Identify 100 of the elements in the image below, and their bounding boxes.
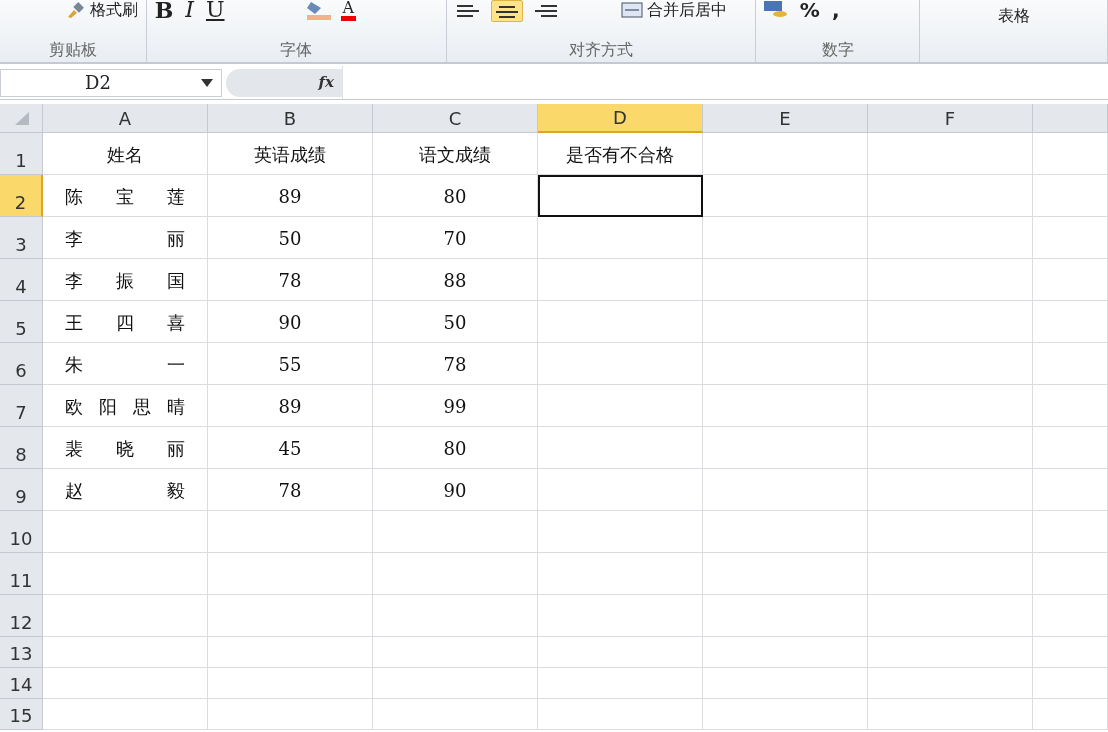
row-header[interactable]: 1 [0, 133, 43, 175]
fill-color-icon[interactable] [304, 0, 333, 20]
row-header[interactable]: 7 [0, 385, 43, 427]
empty-cell[interactable] [1033, 301, 1108, 343]
empty-cell[interactable] [538, 511, 703, 553]
font-style-button[interactable]: B [152, 0, 176, 20]
insert-function-button[interactable]: fx [226, 68, 342, 97]
empty-cell[interactable] [538, 553, 703, 595]
empty-cell[interactable] [868, 699, 1033, 730]
column-header[interactable]: E [703, 104, 868, 133]
empty-cell[interactable] [1033, 259, 1108, 301]
empty-cell[interactable] [1033, 133, 1108, 175]
empty-cell[interactable] [1033, 385, 1108, 427]
empty-cell[interactable] [868, 175, 1033, 217]
empty-cell[interactable] [703, 259, 868, 301]
row-header[interactable]: 14 [0, 668, 43, 699]
number-format-button[interactable]: , [829, 0, 842, 20]
empty-cell[interactable] [868, 469, 1033, 511]
empty-cell[interactable] [538, 385, 703, 427]
empty-cell[interactable] [703, 343, 868, 385]
empty-cell[interactable] [538, 259, 703, 301]
empty-cell[interactable] [208, 668, 373, 699]
empty-cell[interactable] [1033, 511, 1108, 553]
row-header[interactable]: 9 [0, 469, 43, 511]
empty-cell[interactable] [868, 259, 1033, 301]
column-header[interactable]: C [373, 104, 538, 133]
empty-cell[interactable] [868, 217, 1033, 259]
empty-cell[interactable] [538, 301, 703, 343]
column-header[interactable]: F [868, 104, 1033, 133]
active-cell[interactable] [538, 175, 703, 217]
empty-cell[interactable] [1033, 427, 1108, 469]
empty-cell[interactable] [868, 427, 1033, 469]
empty-cell[interactable] [538, 343, 703, 385]
empty-cell[interactable] [373, 699, 538, 730]
row-header[interactable]: 12 [0, 595, 43, 637]
empty-cell[interactable] [1033, 217, 1108, 259]
empty-cell[interactable] [208, 699, 373, 730]
empty-cell[interactable] [703, 553, 868, 595]
font-style-button[interactable]: I [183, 0, 196, 20]
empty-cell[interactable] [868, 637, 1033, 668]
empty-cell[interactable] [208, 637, 373, 668]
empty-cell[interactable] [208, 553, 373, 595]
empty-cell[interactable] [703, 469, 868, 511]
empty-cell[interactable] [703, 427, 868, 469]
empty-cell[interactable] [538, 637, 703, 668]
empty-cell[interactable] [703, 385, 868, 427]
empty-cell[interactable] [868, 511, 1033, 553]
empty-cell[interactable] [538, 595, 703, 637]
row-header[interactable]: 15 [0, 699, 43, 730]
empty-cell[interactable] [538, 699, 703, 730]
empty-cell[interactable] [1033, 343, 1108, 385]
empty-cell[interactable] [703, 699, 868, 730]
empty-cell[interactable] [703, 595, 868, 637]
number-format-button[interactable]: % [797, 0, 822, 20]
dropdown-arrow-icon[interactable] [201, 78, 213, 87]
empty-cell[interactable] [868, 133, 1033, 175]
empty-cell[interactable] [208, 595, 373, 637]
column-header[interactable] [1033, 104, 1108, 133]
select-all-corner[interactable] [0, 104, 43, 133]
empty-cell[interactable] [1033, 637, 1108, 668]
empty-cell[interactable] [703, 511, 868, 553]
empty-cell[interactable] [1033, 469, 1108, 511]
align-center-button[interactable] [490, 0, 523, 22]
row-header[interactable]: 2 [0, 175, 43, 217]
currency-icon[interactable] [761, 0, 790, 18]
row-header[interactable]: 11 [0, 553, 43, 595]
empty-cell[interactable] [373, 511, 538, 553]
empty-cell[interactable] [868, 668, 1033, 699]
empty-cell[interactable] [868, 553, 1033, 595]
empty-cell[interactable] [538, 217, 703, 259]
empty-cell[interactable] [1033, 699, 1108, 730]
font-color-button[interactable]: A [340, 0, 357, 21]
empty-cell[interactable] [538, 469, 703, 511]
empty-cell[interactable] [538, 427, 703, 469]
column-header[interactable]: D [538, 104, 703, 133]
empty-cell[interactable] [703, 175, 868, 217]
empty-cell[interactable] [1033, 595, 1108, 637]
empty-cell[interactable] [703, 637, 868, 668]
row-header[interactable]: 8 [0, 427, 43, 469]
empty-cell[interactable] [703, 301, 868, 343]
table-format-button[interactable]: 表格 [996, 6, 1033, 26]
font-style-button[interactable]: U [203, 0, 227, 20]
empty-cell[interactable] [1033, 553, 1108, 595]
empty-cell[interactable] [703, 133, 868, 175]
row-header[interactable]: 5 [0, 301, 43, 343]
empty-cell[interactable] [208, 511, 373, 553]
name-box[interactable]: D2 [0, 68, 222, 97]
column-header[interactable]: A [43, 104, 208, 133]
empty-cell[interactable] [373, 595, 538, 637]
row-header[interactable]: 13 [0, 637, 43, 668]
row-header[interactable]: 10 [0, 511, 43, 553]
row-header[interactable]: 3 [0, 217, 43, 259]
merge-center-button[interactable]: 合并后居中 [618, 0, 729, 20]
empty-cell[interactable] [1033, 175, 1108, 217]
empty-cell[interactable] [868, 343, 1033, 385]
empty-cell[interactable] [868, 301, 1033, 343]
empty-cell[interactable] [703, 668, 868, 699]
empty-cell[interactable] [373, 637, 538, 668]
row-header[interactable]: 4 [0, 259, 43, 301]
empty-cell[interactable] [538, 668, 703, 699]
